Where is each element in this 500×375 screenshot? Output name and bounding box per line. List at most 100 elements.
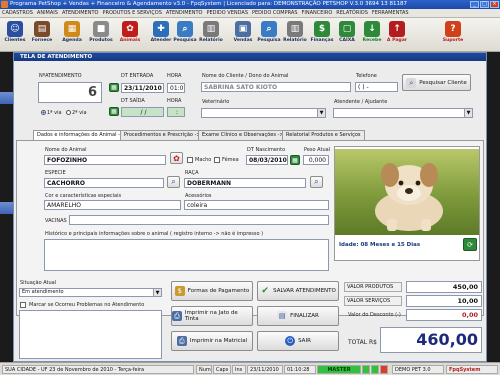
acessorios-field[interactable]: coleira xyxy=(184,200,329,210)
toolbar-animais-button[interactable]: ✿ Animais xyxy=(117,20,143,50)
toolbar-suporte-button[interactable]: ? Suporte xyxy=(440,20,466,50)
problemas-label: Marcar se Ocorreu Problemas no Atendimen… xyxy=(29,302,145,308)
atendimento-number-field[interactable]: 6 xyxy=(38,82,102,103)
atendente-select[interactable]: ▼ xyxy=(333,108,473,118)
problemas-notes-area[interactable] xyxy=(19,310,162,359)
report-icon: ▥ xyxy=(203,21,219,37)
agenda-icon: ▦ xyxy=(64,21,80,37)
toolbar-pesquisa-vendas-button[interactable]: ⌕ Pesquisa xyxy=(256,20,282,50)
toolbar-relatorio-vendas-button[interactable]: ▥ Relatório xyxy=(282,20,308,50)
animal-photo-frame: Idade: 08 Meses e 15 Dias ⟳ xyxy=(334,146,480,261)
problemas-checkbox[interactable] xyxy=(20,302,26,308)
hora-saida-label: HORA xyxy=(167,98,182,104)
status-brand: FpqSystem xyxy=(446,365,498,374)
valor-produtos-field[interactable]: 450,00 xyxy=(406,281,482,293)
minimize-button[interactable]: _ xyxy=(470,1,479,8)
raca-field[interactable]: DOBERMANN xyxy=(184,178,306,188)
support-icon: ? xyxy=(445,21,461,37)
imprimir-matricial-button[interactable]: ⎙ Imprimir na Matricial xyxy=(171,331,253,351)
status-cidade: SUA CIDADE - UF 23 de Novembro de 2010 -… xyxy=(2,365,194,374)
via2-radio-dot xyxy=(66,110,71,115)
dt-nasc-field[interactable]: 08/03/2010 xyxy=(246,155,288,165)
close-button[interactable]: × xyxy=(490,1,499,8)
peso-label: Peso Atual xyxy=(304,147,331,153)
calendar-entrada-button[interactable]: ▦ xyxy=(109,83,119,92)
animal-photo-button[interactable]: ✿ xyxy=(170,152,183,164)
toolbar-agenda-button[interactable]: ▦ Agenda xyxy=(59,20,85,50)
sair-button[interactable]: ⏻ SAIR xyxy=(257,331,339,351)
toolbar-apagar-button[interactable]: ↑ A Pagar xyxy=(384,20,410,50)
menu-animais[interactable]: ANIMAIS xyxy=(37,10,58,16)
menu-pedido-vendas[interactable]: PEDIDO VENDAS xyxy=(206,10,248,16)
finalizar-button[interactable]: ▤ FINALIZAR xyxy=(257,306,339,326)
menu-financeiro[interactable]: FINANCEIRO xyxy=(302,10,333,16)
menu-atendimento-2[interactable]: ATENDIMENTO xyxy=(166,10,203,16)
veterinario-select[interactable]: ▼ xyxy=(201,108,326,118)
toolbar-financas-button[interactable]: $ Finanças xyxy=(309,20,335,50)
toolbar-pesquisa-button[interactable]: ⌕ Pesquisa xyxy=(172,20,198,50)
telefone-label: Telefone xyxy=(356,73,377,79)
products-icon: ■ xyxy=(93,21,109,37)
menu-cadastros[interactable]: CADASTROS xyxy=(2,10,33,16)
menu-atendimento[interactable]: ATENDIMENTO xyxy=(62,10,99,16)
menu-relatorios[interactable]: RELATÓRIOS xyxy=(336,10,368,16)
especie-search-button[interactable]: ⌕ xyxy=(167,176,180,188)
dt-entrada-field[interactable]: 23/11/2010 xyxy=(121,83,164,93)
veterinario-label: Veterinário xyxy=(202,99,230,105)
via1-radio-dot xyxy=(41,110,46,115)
toolbar-vendas-button[interactable]: ▣ Vendas xyxy=(230,20,256,50)
especie-field[interactable]: CACHORRO xyxy=(44,178,164,188)
vacinas-field[interactable] xyxy=(69,215,329,225)
tab-procedimentos[interactable]: Procedimentos e Prescrição -> xyxy=(120,130,205,140)
femea-checkbox[interactable] xyxy=(214,157,220,163)
menu-pedido-compras[interactable]: PEDIDO COMPRAS xyxy=(252,10,298,16)
via1-radio[interactable]: 1ª via xyxy=(41,110,62,116)
calendar-nasc-button[interactable]: ▦ xyxy=(290,155,300,165)
acessorios-label: Acessórios xyxy=(185,193,212,199)
atendimento-window: TELA DE ATENDIMENTO NºATENDIMENTO 6 1ª v… xyxy=(13,52,487,362)
window-title-bar: Programa PetShop + Vendas + Financeiro &… xyxy=(0,0,500,9)
tab-exame-clinico[interactable]: Exame Clínico e Observações -> xyxy=(198,130,288,140)
sales-icon: ▣ xyxy=(235,21,251,37)
pay-icon: ↑ xyxy=(389,21,405,37)
valor-servicos-field[interactable]: 10,00 xyxy=(406,295,482,307)
dt-nasc-label: DT Nascimento xyxy=(247,147,286,153)
toolbar-relatorio-button[interactable]: ▥ Relatório xyxy=(198,20,224,50)
toolbar-recebe-button[interactable]: ↓ Recebe xyxy=(359,20,385,50)
status-version: DEMO PET 3.0 xyxy=(392,365,444,374)
toolbar-caixa-button[interactable]: ▢ CAIXA xyxy=(334,20,360,50)
dt-saida-field[interactable]: / / xyxy=(121,107,164,117)
telefone-field[interactable]: ( ) - xyxy=(355,82,398,92)
cliente-field[interactable]: SABRINA SATO KIOTO xyxy=(201,82,351,92)
nome-animal-field[interactable]: FOFOZINHO xyxy=(44,155,166,165)
peso-field[interactable]: 0,000 xyxy=(303,155,329,165)
idade-label: Idade: 08 Meses e 15 Dias xyxy=(339,242,421,248)
formas-pagamento-button[interactable]: $ Formas de Pagamento xyxy=(171,281,253,301)
chevron-down-icon: ▼ xyxy=(153,289,161,296)
hora-entrada-field[interactable]: 01:09 xyxy=(167,83,185,93)
toolbar-atender-button[interactable]: ✚ Atender xyxy=(148,20,174,50)
historico-textarea[interactable] xyxy=(44,239,329,271)
imprimir-jato-button[interactable]: ⎙ Imprimir na Jato de Tinta xyxy=(171,306,253,326)
status-indicator xyxy=(362,365,370,374)
menu-produtos-servicos[interactable]: PRODUTOS E SERVIÇOS xyxy=(102,10,161,16)
salvar-atendimento-button[interactable]: ✔ SALVAR ATENDIMENTO xyxy=(257,281,339,301)
toolbar-fornece-button[interactable]: ▤ Fornece xyxy=(29,20,55,50)
toolbar-clientes-button[interactable]: ☺ Clientes xyxy=(2,20,28,50)
pesquisar-cliente-button[interactable]: ⌕ Pesquisar Cliente xyxy=(402,74,471,91)
situacao-select[interactable]: Em atendimento ▼ xyxy=(19,288,162,297)
hora-saida-field[interactable]: : xyxy=(167,107,185,117)
raca-search-button[interactable]: ⌕ xyxy=(310,176,323,188)
search-icon: ⌕ xyxy=(406,77,417,88)
menu-ferramentas[interactable]: FERRAMENTAS xyxy=(372,10,409,16)
maximize-button[interactable]: □ xyxy=(480,1,489,8)
cor-field[interactable]: AMARELHO xyxy=(44,200,181,210)
macho-checkbox[interactable] xyxy=(187,157,193,163)
tab-relatorial-produtos[interactable]: Relatorial Produtos e Serviços xyxy=(282,130,365,140)
calendar-saida-button[interactable]: ▦ xyxy=(109,107,119,116)
via2-radio[interactable]: 2ª via xyxy=(66,110,87,116)
toolbar-produtos-button[interactable]: ■ Produtos xyxy=(88,20,114,50)
finance-icon: $ xyxy=(314,21,330,37)
desconto-field[interactable]: 0,00 xyxy=(406,309,482,321)
refresh-photo-button[interactable]: ⟳ xyxy=(463,238,477,251)
